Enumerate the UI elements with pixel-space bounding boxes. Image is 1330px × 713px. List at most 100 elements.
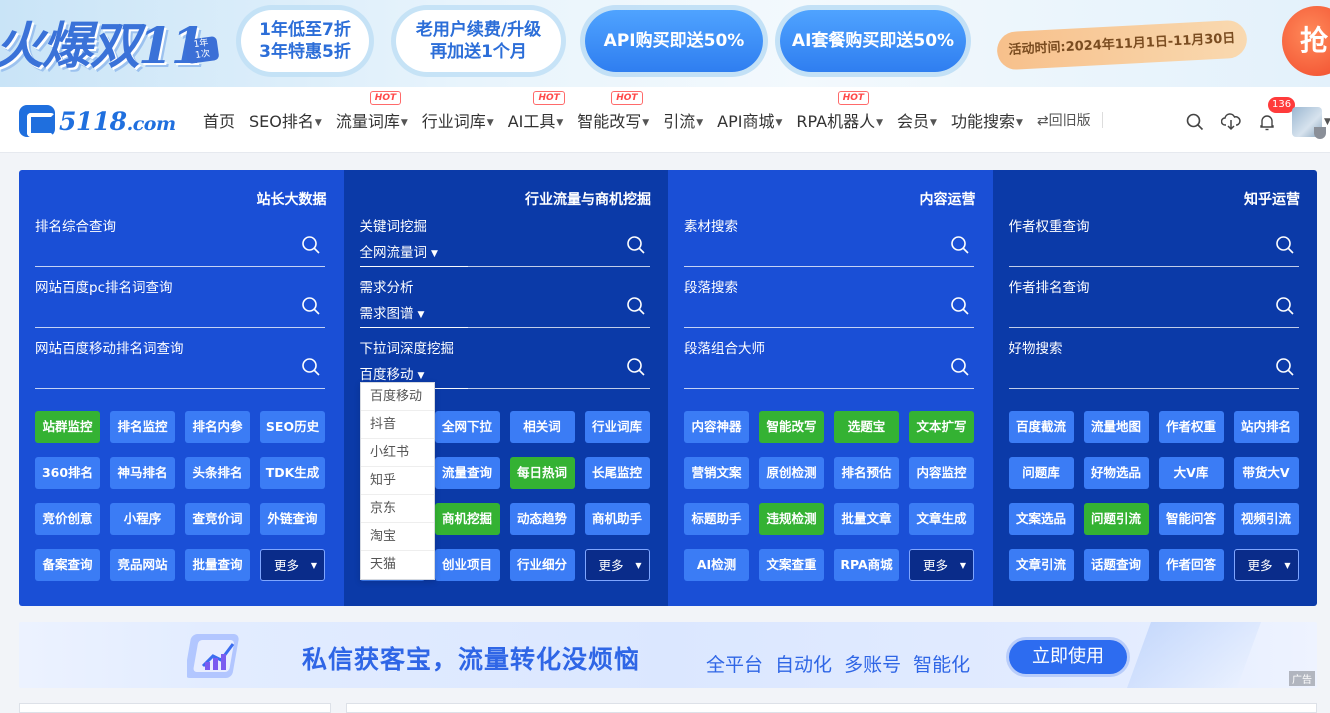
dropdown-option[interactable]: 抖音 — [361, 411, 434, 439]
tool-button[interactable]: 竞品网站 — [110, 549, 175, 581]
avatar[interactable] — [1292, 107, 1326, 139]
more-button[interactable]: 更多 ▼ — [584, 549, 650, 581]
tool-button[interactable]: 神马排名 — [110, 457, 175, 489]
tool-button[interactable]: 好物选品 — [1083, 457, 1149, 489]
user-menu[interactable]: ▼ — [1292, 107, 1330, 139]
query-field[interactable]: 排名综合查询 — [35, 215, 325, 267]
more-button[interactable]: 更多 ▼ — [260, 549, 325, 581]
query-field[interactable]: 好物搜索 — [1008, 337, 1299, 389]
tool-button[interactable]: 小程序 — [110, 503, 175, 535]
more-button[interactable]: 更多 ▼ — [1233, 549, 1299, 581]
search-icon[interactable] — [626, 235, 646, 255]
tool-button[interactable]: 外链查询 — [260, 503, 325, 535]
query-field[interactable]: 段落组合大师 — [684, 337, 974, 389]
query-field[interactable]: 作者排名查询 — [1008, 276, 1299, 328]
search-icon[interactable] — [626, 296, 646, 316]
use-now-button[interactable]: 立即使用 — [1009, 640, 1127, 674]
tool-button[interactable]: 排名内参 — [185, 411, 250, 443]
query-field[interactable]: 需求分析 需求图谱 ▼ — [359, 276, 650, 328]
tool-button[interactable]: 内容神器 — [684, 411, 749, 443]
tool-button[interactable]: 360排名 — [35, 457, 100, 489]
nav-item-10[interactable]: 功能搜索▼ — [944, 108, 1030, 132]
dropdown-option[interactable]: 知乎 — [361, 467, 434, 495]
tool-button[interactable]: 文章引流 — [1008, 549, 1074, 581]
site-logo[interactable]: 5118.com — [19, 105, 176, 137]
tool-button[interactable]: AI检测 — [684, 549, 749, 581]
tool-button[interactable]: 站内排名 — [1233, 411, 1299, 443]
tool-button[interactable]: 站群监控 — [35, 411, 100, 443]
search-icon[interactable] — [301, 296, 321, 316]
nav-item-4[interactable]: AI工具▼ HOT — [501, 91, 571, 132]
search-icon[interactable] — [950, 235, 970, 255]
tool-button[interactable]: 文案选品 — [1008, 503, 1074, 535]
promo-pill-discount[interactable]: 1年低至7折 3年特惠5折 — [241, 10, 369, 72]
nav-item-1[interactable]: SEO排名▼ — [242, 108, 329, 132]
tool-button[interactable]: 带货大V — [1233, 457, 1299, 489]
tool-button[interactable]: 百度截流 — [1008, 411, 1074, 443]
search-icon[interactable] — [626, 357, 646, 377]
tool-button[interactable]: 内容监控 — [909, 457, 974, 489]
tool-button[interactable]: 每日热词 — [509, 457, 575, 489]
tool-button[interactable]: RPA商城 — [834, 549, 899, 581]
search-icon[interactable] — [950, 296, 970, 316]
bell-icon[interactable]: 136 — [1256, 97, 1296, 133]
tool-button[interactable]: 流量查询 — [434, 457, 500, 489]
tool-button[interactable]: 标题助手 — [684, 503, 749, 535]
query-type-select[interactable]: 需求图谱 ▼ — [360, 302, 425, 322]
search-icon[interactable] — [1184, 111, 1206, 133]
tool-button[interactable]: 智能问答 — [1158, 503, 1224, 535]
dropdown-option[interactable]: 小红书 — [361, 439, 434, 467]
dropdown-option[interactable]: 天猫 — [361, 551, 434, 579]
dropdown-option[interactable]: 京东 — [361, 495, 434, 523]
search-icon[interactable] — [1275, 357, 1295, 377]
tool-button[interactable]: 查竞价词 — [185, 503, 250, 535]
tool-button[interactable]: 批量查询 — [185, 549, 250, 581]
tool-button[interactable]: 头条排名 — [185, 457, 250, 489]
tool-button[interactable]: 竞价创意 — [35, 503, 100, 535]
tool-button[interactable]: 动态趋势 — [509, 503, 575, 535]
tool-button[interactable]: TDK生成 — [260, 457, 325, 489]
promo-banner[interactable]: 火爆双11 1年 1次 1年低至7折 3年特惠5折 老用户续费/升级 再加送1个月 A… — [0, 0, 1330, 87]
tool-button[interactable]: 营销文案 — [684, 457, 749, 489]
search-icon[interactable] — [301, 235, 321, 255]
query-type-select[interactable]: 百度移动 ▼ — [360, 363, 425, 383]
tool-button[interactable]: 行业细分 — [509, 549, 575, 581]
tool-button[interactable]: 作者权重 — [1158, 411, 1224, 443]
nav-item-8[interactable]: RPA机器人▼ HOT — [789, 91, 890, 132]
ad-banner[interactable]: 私信获客宝，流量转化没烦恼 全平台 自动化 多账号 智能化 立即使用 广告 — [19, 622, 1317, 688]
query-field[interactable]: 素材搜索 — [684, 215, 974, 267]
cloud-download-icon[interactable] — [1220, 111, 1242, 133]
nav-item-6[interactable]: 引流▼ — [656, 108, 710, 132]
query-field[interactable]: 关键词挖掘 全网流量词 ▼ — [359, 215, 650, 267]
tool-button[interactable]: 文章生成 — [909, 503, 974, 535]
nav-item-7[interactable]: API商城▼ — [710, 108, 789, 132]
search-icon[interactable] — [1275, 235, 1295, 255]
more-button[interactable]: 更多 ▼ — [909, 549, 974, 581]
tool-button[interactable]: 相关词 — [509, 411, 575, 443]
tool-button[interactable]: 问题库 — [1008, 457, 1074, 489]
tool-button[interactable]: 原创检测 — [759, 457, 824, 489]
dropdown-option[interactable]: 淘宝 — [361, 523, 434, 551]
nav-item-9[interactable]: 会员▼ — [890, 108, 944, 132]
tool-button[interactable]: 选题宝 — [834, 411, 899, 443]
tool-button[interactable]: 商机挖掘 — [434, 503, 500, 535]
promo-pill-renewal[interactable]: 老用户续费/升级 再加送1个月 — [396, 10, 561, 72]
tool-button[interactable]: 创业项目 — [434, 549, 500, 581]
promo-pill-api[interactable]: API购买即送50% — [585, 10, 763, 72]
tool-button[interactable]: 排名监控 — [110, 411, 175, 443]
tool-button[interactable]: 智能改写 — [759, 411, 824, 443]
tool-button[interactable]: 问题引流 — [1083, 503, 1149, 535]
query-field[interactable]: 网站百度pc排名词查询 — [35, 276, 325, 328]
nav-item-2[interactable]: 流量词库▼ HOT — [329, 91, 415, 132]
tool-button[interactable]: 长尾监控 — [584, 457, 650, 489]
tool-button[interactable]: 违规检测 — [759, 503, 824, 535]
query-field[interactable]: 段落搜索 — [684, 276, 974, 328]
search-icon[interactable] — [950, 357, 970, 377]
tool-button[interactable]: 文案查重 — [759, 549, 824, 581]
tool-button[interactable]: 排名预估 — [834, 457, 899, 489]
query-field[interactable]: 网站百度移动排名词查询 — [35, 337, 325, 389]
old-version-link[interactable]: ⇄回旧版 — [1030, 110, 1098, 130]
tool-button[interactable]: 大V库 — [1158, 457, 1224, 489]
search-icon[interactable] — [301, 357, 321, 377]
tool-button[interactable]: SEO历史 — [260, 411, 325, 443]
